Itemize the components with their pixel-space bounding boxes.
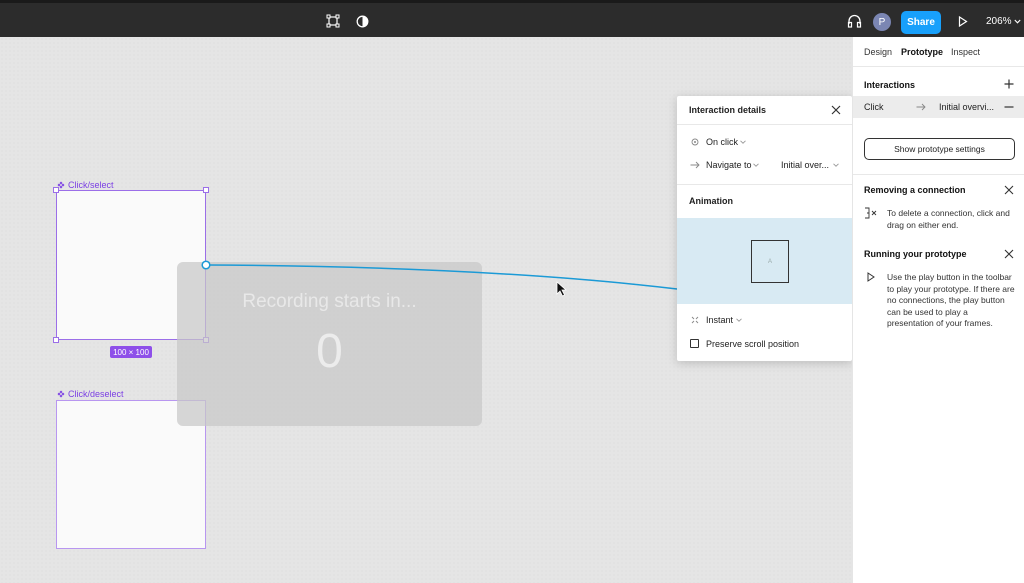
divider (853, 174, 1024, 175)
tab-design[interactable]: Design (864, 47, 892, 57)
animation-type-label: Instant (706, 315, 734, 325)
frame-label-text: Click/select (68, 180, 114, 190)
tab-inspect[interactable]: Inspect (951, 47, 980, 57)
instant-icon (690, 315, 700, 325)
trigger-icon (690, 137, 700, 147)
recording-countdown: 0 (316, 325, 343, 378)
chevron-down-icon (740, 140, 746, 144)
tip-running-title: Running your prototype (864, 249, 967, 259)
frame-tool-icon[interactable] (325, 13, 341, 29)
divider (853, 66, 1024, 67)
recording-overlay: Recording starts in... 0 (177, 262, 482, 426)
chevron-down-icon (736, 318, 742, 322)
popup-title: Interaction details (689, 105, 767, 115)
resize-handle[interactable] (203, 187, 209, 193)
chevron-down-icon (753, 163, 759, 167)
frame-label-text: Click/deselect (68, 389, 124, 399)
animation-preview: A (677, 218, 852, 304)
animation-title: Animation (689, 196, 733, 206)
interaction-details-popup: Interaction details On click Navigate to… (677, 96, 852, 361)
interaction-row[interactable]: Click Initial overvi... (853, 96, 1024, 118)
tip-removing-title: Removing a connection (864, 185, 966, 195)
zoom-control[interactable]: 206% (986, 16, 1021, 27)
share-button[interactable]: Share (901, 11, 941, 34)
play-icon (867, 272, 875, 282)
destination-dropdown[interactable]: Initial over... (781, 156, 841, 174)
close-icon[interactable] (830, 104, 842, 116)
chevron-down-icon (1013, 19, 1021, 24)
connection-icon (865, 207, 877, 219)
popup-header: Interaction details (677, 96, 852, 125)
preserve-scroll-checkbox[interactable] (690, 339, 699, 348)
tip-running-text: Use the play button in the toolbar to pl… (887, 272, 1015, 328)
size-badge: 100 × 100 (110, 346, 152, 358)
user-avatar[interactable]: P (873, 13, 891, 31)
headphones-icon[interactable] (846, 13, 862, 29)
animation-dropdown[interactable]: Instant (677, 311, 852, 329)
trigger-dropdown[interactable]: On click (677, 133, 852, 151)
destination-label: Initial over... (781, 160, 830, 170)
trigger-label: On click (706, 137, 739, 147)
preview-frame: A (751, 240, 789, 283)
action-label: Navigate to (706, 160, 752, 170)
zoom-label: 206% (986, 16, 1012, 27)
chevron-down-icon (833, 163, 839, 167)
arrow-right-icon (916, 103, 926, 111)
resize-handle[interactable] (53, 337, 59, 343)
show-prototype-settings-button[interactable]: Show prototype settings (864, 138, 1015, 160)
divider (677, 184, 852, 185)
top-toolbar: P Share 206% (0, 0, 1024, 37)
tip-removing-text: To delete a connection, click and drag o… (887, 208, 1010, 230)
close-icon[interactable] (1004, 249, 1014, 259)
tab-prototype[interactable]: Prototype (901, 47, 943, 57)
contrast-icon[interactable] (354, 13, 370, 29)
right-panel: Design Prototype Inspect Interactions Cl… (852, 37, 1024, 583)
interaction-trigger: Click (864, 102, 884, 112)
interaction-target: Initial overvi... (939, 102, 995, 112)
preserve-scroll-label: Preserve scroll position (706, 339, 800, 349)
close-icon[interactable] (1004, 185, 1014, 195)
interactions-title: Interactions (864, 80, 916, 90)
remove-interaction-icon[interactable] (1004, 106, 1014, 108)
arrow-right-icon (690, 160, 700, 170)
frame-label-select[interactable]: Click/select (57, 180, 114, 190)
recording-title: Recording starts in... (242, 291, 417, 312)
component-icon (57, 390, 65, 398)
frame-label-deselect[interactable]: Click/deselect (57, 389, 124, 399)
resize-handle[interactable] (53, 187, 59, 193)
add-interaction-icon[interactable] (1004, 79, 1014, 89)
play-icon[interactable] (955, 13, 971, 29)
